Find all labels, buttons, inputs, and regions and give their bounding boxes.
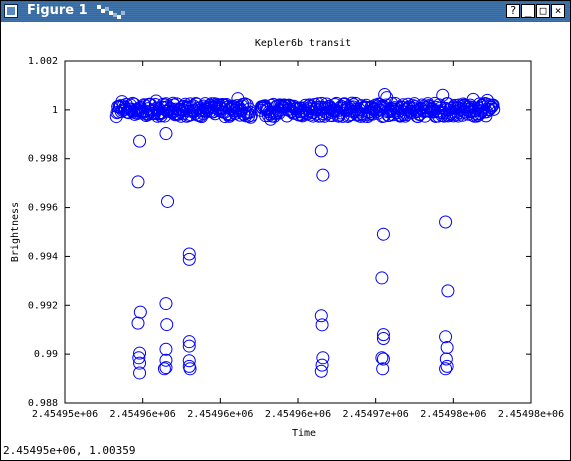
y-tick-label: 0.988 <box>28 398 58 409</box>
x-tick-label: 2.45498e+06 <box>498 409 564 420</box>
y-tick-label: 0.996 <box>28 203 58 214</box>
x-tick-label: 2.45496e+06 <box>187 409 253 420</box>
data-point <box>314 144 328 158</box>
data-series <box>109 88 501 380</box>
window-title: Figure 1 <box>27 3 88 18</box>
y-tick-label: 0.992 <box>28 300 58 311</box>
data-point <box>375 271 389 285</box>
x-tick-label: 2.45495e+06 <box>32 409 98 420</box>
x-tick-label: 2.45496e+06 <box>265 409 331 420</box>
data-point <box>159 342 173 356</box>
figure-window: Figure 1 ? _ □ × Kepler6b transit 2.4549… <box>0 0 571 461</box>
data-point <box>159 127 173 141</box>
data-point <box>439 330 453 344</box>
y-tick-label: 0.998 <box>28 154 58 165</box>
coordinate-readout: 2.45495e+06, 1.00359 <box>3 444 136 457</box>
x-axis-label: Time <box>292 428 316 439</box>
close-button[interactable]: × <box>551 4 565 18</box>
data-point <box>159 353 173 367</box>
data-point <box>133 305 147 319</box>
y-tick-label: 1 <box>52 105 58 116</box>
title-bar[interactable]: Figure 1 ? _ □ × <box>1 1 570 22</box>
x-tick-label: 2.45498e+06 <box>420 409 486 420</box>
y-tick-label: 0.994 <box>28 251 58 262</box>
plot-canvas[interactable]: Kepler6b transit 2.45495e+06 2.45496e+06 2… <box>1 22 570 440</box>
help-button[interactable]: ? <box>506 4 520 18</box>
data-point <box>315 318 329 332</box>
window-menu-icon[interactable] <box>4 4 18 18</box>
y-tick-label: 1.002 <box>28 56 58 67</box>
data-point <box>131 175 145 189</box>
data-point <box>133 134 147 148</box>
data-point <box>440 341 454 355</box>
data-point <box>182 252 196 266</box>
y-axis-label: Brightness <box>10 202 21 262</box>
y-tick-label: 0.99 <box>34 349 58 360</box>
maximize-button[interactable]: □ <box>536 4 550 18</box>
x-tick-label: 2.45496e+06 <box>110 409 176 420</box>
data-point <box>161 194 175 208</box>
data-point <box>376 227 390 241</box>
chart-title: Kepler6b transit <box>255 38 351 49</box>
minimize-button[interactable]: _ <box>521 4 535 18</box>
data-point <box>316 168 330 182</box>
data-point <box>441 284 455 298</box>
data-point <box>131 316 145 330</box>
title-decoration-icon <box>97 5 125 19</box>
data-point <box>439 215 453 229</box>
x-tick-label: 2.45497e+06 <box>343 409 409 420</box>
data-point <box>160 318 174 332</box>
data-point <box>159 297 173 311</box>
data-point <box>182 247 196 261</box>
